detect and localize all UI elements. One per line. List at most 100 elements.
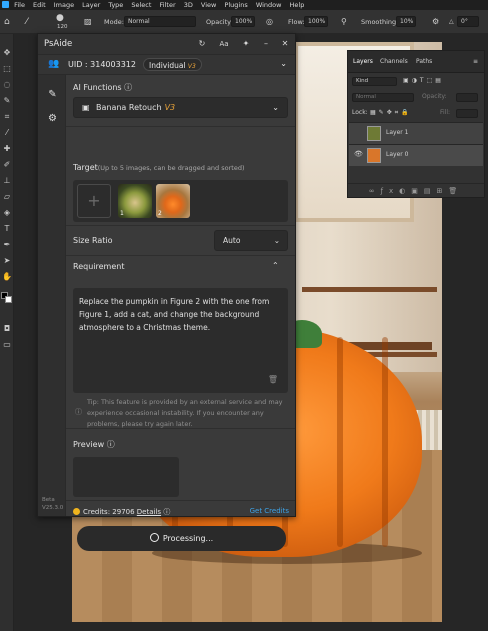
- image-index: 2: [158, 210, 162, 217]
- stamp-tool-icon[interactable]: ⊥: [2, 176, 12, 186]
- screen-mode-icon[interactable]: ▭: [2, 340, 12, 350]
- layer-row[interactable]: Layer 1: [349, 122, 483, 144]
- psaide-title-bar[interactable]: PsAide ↻ Aa ✦ – ✕: [38, 34, 295, 55]
- menu-select[interactable]: Select: [131, 1, 151, 9]
- opacity-label: Opacity:: [206, 18, 233, 26]
- add-image-button[interactable]: +: [77, 184, 111, 218]
- quick-select-tool-icon[interactable]: ✎: [2, 96, 12, 106]
- mode-label: Mode:: [104, 18, 124, 26]
- trash-icon[interactable]: 🗑: [268, 373, 278, 386]
- details-link[interactable]: Details: [137, 508, 161, 516]
- lock-icons[interactable]: ▦✎✥⌗🔒: [370, 108, 412, 118]
- eye-icon[interactable]: 👁: [354, 150, 363, 158]
- font-size-icon[interactable]: Aa: [218, 38, 230, 50]
- opacity-input[interactable]: 100%: [231, 16, 255, 27]
- background-color-swatch[interactable]: [5, 296, 12, 303]
- target-hint: (Up to 5 images, can be dragged and sort…: [97, 164, 245, 172]
- menu-bar: File Edit Image Layer Type Select Filter…: [0, 0, 488, 10]
- preview-area: [73, 457, 179, 497]
- options-bar: ⌂ ⁄ ● 120 ▨ Mode: Normal Opacity: 100% ◎…: [0, 10, 488, 34]
- layer-filter-select[interactable]: Kind: [352, 77, 397, 86]
- edit-icon[interactable]: ✎: [47, 89, 58, 100]
- eyedropper-tool-icon[interactable]: ⁄: [2, 128, 12, 138]
- tab-layers[interactable]: Layers: [353, 58, 373, 65]
- home-icon[interactable]: ⌂: [4, 15, 10, 29]
- ai-functions-label: AI Functions ⓘ: [73, 83, 133, 92]
- chevron-down-icon: ⌄: [272, 103, 279, 112]
- pin-icon[interactable]: ✦: [240, 38, 252, 50]
- layers-bottom-toolbar[interactable]: ∞ƒx◐▣▤⊞🗑: [348, 183, 484, 197]
- fill-input[interactable]: [456, 109, 478, 118]
- layer-filter-icons[interactable]: ▣◑T⬚▤: [403, 76, 444, 86]
- close-icon[interactable]: ✕: [279, 38, 291, 50]
- brush-settings-icon[interactable]: ▨: [84, 15, 92, 29]
- eraser-tool-icon[interactable]: ▱: [2, 192, 12, 202]
- move-tool-icon[interactable]: ✥: [2, 48, 12, 58]
- get-credits-link[interactable]: Get Credits: [250, 507, 289, 515]
- lasso-tool-icon[interactable]: ◌: [2, 80, 12, 90]
- layer-row[interactable]: 👁 Layer 0: [349, 144, 483, 166]
- smoothing-input[interactable]: 10%: [396, 16, 416, 27]
- blend-mode-select[interactable]: Normal: [352, 93, 414, 102]
- menu-type[interactable]: Type: [108, 1, 123, 9]
- pressure-opacity-icon[interactable]: ◎: [266, 15, 273, 29]
- image-index: 1: [120, 210, 124, 217]
- healing-tool-icon[interactable]: ✚: [2, 144, 12, 154]
- crop-tool-icon[interactable]: ⌗: [2, 112, 12, 122]
- ai-function-select[interactable]: ▣ Banana Retouch V3 ⌄: [73, 97, 288, 118]
- menu-edit[interactable]: Edit: [33, 1, 46, 9]
- processing-button[interactable]: Processing...: [77, 526, 286, 551]
- flow-input[interactable]: 100%: [304, 16, 328, 27]
- menu-3d[interactable]: 3D: [184, 1, 193, 9]
- chevron-up-icon[interactable]: ⌃: [272, 261, 279, 270]
- processing-label: Processing...: [162, 534, 214, 543]
- size-ratio-select[interactable]: Auto ⌄: [214, 230, 288, 251]
- plan-badge: Individual V3: [143, 58, 202, 71]
- menu-image[interactable]: Image: [54, 1, 74, 9]
- menu-window[interactable]: Window: [256, 1, 282, 9]
- size-ratio-value: Auto: [223, 236, 241, 245]
- target-images-area[interactable]: + 1 2: [73, 180, 288, 222]
- menu-layer[interactable]: Layer: [82, 1, 100, 9]
- hand-tool-icon[interactable]: ✋: [2, 272, 12, 282]
- layer-opacity-input[interactable]: [456, 93, 478, 102]
- pen-tool-icon[interactable]: ✒: [2, 240, 12, 250]
- target-image-2[interactable]: 2: [156, 184, 190, 218]
- account-bar: 👥 UID : 314003312 Individual V3 ⌄: [38, 55, 295, 75]
- tab-paths[interactable]: Paths: [416, 58, 432, 65]
- tip-text: ⓘ Tip: This feature is provided by an ex…: [75, 398, 283, 428]
- menu-plugins[interactable]: Plugins: [224, 1, 247, 9]
- layer-name: Layer 0: [386, 151, 409, 158]
- brush-tool-icon[interactable]: ⁄: [26, 15, 28, 29]
- menu-help[interactable]: Help: [290, 1, 305, 9]
- ai-function-name: Banana Retouch: [96, 103, 162, 112]
- airbrush-icon[interactable]: ⚲: [341, 15, 347, 29]
- menu-view[interactable]: View: [201, 1, 216, 9]
- layer-thumbnail: [367, 148, 381, 163]
- gear-icon[interactable]: ⚙: [432, 15, 439, 29]
- psaide-title: PsAide: [44, 39, 73, 49]
- menu-file[interactable]: File: [14, 1, 25, 9]
- refresh-icon[interactable]: ↻: [196, 38, 208, 50]
- quick-mask-icon[interactable]: ◘: [2, 324, 12, 334]
- mode-select[interactable]: Normal: [124, 16, 196, 27]
- type-tool-icon[interactable]: T: [2, 224, 12, 234]
- chevron-down-icon[interactable]: ⌄: [280, 59, 287, 68]
- layers-panel-tabs: Layers Channels Paths ≡: [348, 51, 484, 73]
- preview-label: Preview ⓘ: [73, 440, 115, 449]
- brush-tool-icon[interactable]: ✐: [2, 160, 12, 170]
- angle-input[interactable]: 0°: [457, 16, 479, 27]
- marquee-tool-icon[interactable]: ⬚: [2, 64, 12, 74]
- path-select-tool-icon[interactable]: ➤: [2, 256, 12, 266]
- tab-channels[interactable]: Channels: [380, 58, 408, 65]
- minimize-icon[interactable]: –: [260, 38, 272, 50]
- menu-filter[interactable]: Filter: [160, 1, 176, 9]
- gradient-tool-icon[interactable]: ◈: [2, 208, 12, 218]
- requirement-label: Requirement: [73, 262, 125, 271]
- users-icon: 👥: [48, 59, 60, 69]
- smoothing-label: Smoothing:: [361, 18, 399, 26]
- gear-icon[interactable]: ⚙: [47, 113, 58, 124]
- requirement-textarea[interactable]: Replace the pumpkin in Figure 2 with the…: [73, 288, 288, 393]
- panel-menu-icon[interactable]: ≡: [473, 58, 478, 65]
- target-image-1[interactable]: 1: [118, 184, 152, 218]
